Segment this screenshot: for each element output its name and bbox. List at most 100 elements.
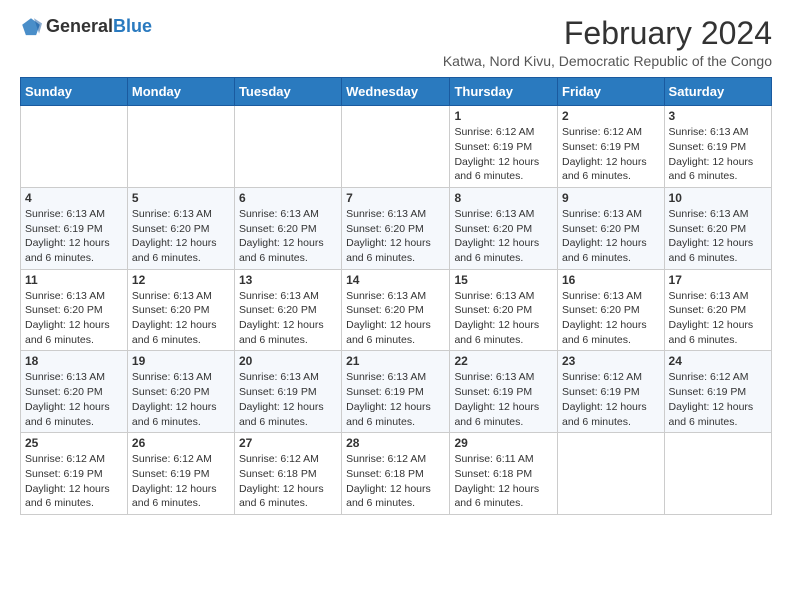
calendar-week-row: 25 Sunrise: 6:12 AMSunset: 6:19 PMDayligh… <box>21 433 772 515</box>
calendar-cell: 19 Sunrise: 6:13 AMSunset: 6:20 PMDayligh… <box>127 351 234 433</box>
day-info: Sunrise: 6:12 AMSunset: 6:18 PMDaylight:… <box>239 452 337 511</box>
day-info: Sunrise: 6:13 AMSunset: 6:20 PMDaylight:… <box>132 207 230 266</box>
day-number: 11 <box>25 273 123 287</box>
day-of-week-monday: Monday <box>127 78 234 106</box>
day-info: Sunrise: 6:13 AMSunset: 6:19 PMDaylight:… <box>239 370 337 429</box>
day-number: 3 <box>669 109 767 123</box>
day-info: Sunrise: 6:13 AMSunset: 6:20 PMDaylight:… <box>25 289 123 348</box>
day-info: Sunrise: 6:13 AMSunset: 6:20 PMDaylight:… <box>669 207 767 266</box>
calendar-cell: 20 Sunrise: 6:13 AMSunset: 6:19 PMDayligh… <box>234 351 341 433</box>
day-number: 7 <box>346 191 445 205</box>
day-info: Sunrise: 6:13 AMSunset: 6:19 PMDaylight:… <box>346 370 445 429</box>
day-number: 1 <box>454 109 553 123</box>
day-number: 26 <box>132 436 230 450</box>
day-number: 2 <box>562 109 660 123</box>
day-number: 10 <box>669 191 767 205</box>
calendar-cell <box>127 106 234 188</box>
day-of-week-thursday: Thursday <box>450 78 558 106</box>
calendar-week-row: 1 Sunrise: 6:12 AMSunset: 6:19 PMDaylight… <box>21 106 772 188</box>
logo: GeneralBlue <box>20 16 152 38</box>
calendar-cell <box>234 106 341 188</box>
day-number: 16 <box>562 273 660 287</box>
day-info: Sunrise: 6:12 AMSunset: 6:19 PMDaylight:… <box>562 125 660 184</box>
day-number: 13 <box>239 273 337 287</box>
day-number: 8 <box>454 191 553 205</box>
day-number: 6 <box>239 191 337 205</box>
calendar-cell: 24 Sunrise: 6:12 AMSunset: 6:19 PMDayligh… <box>664 351 771 433</box>
day-info: Sunrise: 6:13 AMSunset: 6:20 PMDaylight:… <box>239 289 337 348</box>
day-number: 18 <box>25 354 123 368</box>
day-info: Sunrise: 6:12 AMSunset: 6:19 PMDaylight:… <box>562 370 660 429</box>
calendar-week-row: 18 Sunrise: 6:13 AMSunset: 6:20 PMDayligh… <box>21 351 772 433</box>
calendar-cell: 8Sunrise: 6:13 AMSunset: 6:20 PMDaylight… <box>450 187 558 269</box>
day-info: Sunrise: 6:13 AMSunset: 6:20 PMDaylight:… <box>562 289 660 348</box>
day-info: Sunrise: 6:13 AMSunset: 6:19 PMDaylight:… <box>25 207 123 266</box>
day-info: Sunrise: 6:12 AMSunset: 6:19 PMDaylight:… <box>669 370 767 429</box>
day-number: 24 <box>669 354 767 368</box>
day-number: 20 <box>239 354 337 368</box>
logo-icon <box>20 16 42 38</box>
location-subtitle: Katwa, Nord Kivu, Democratic Republic of… <box>443 53 772 69</box>
day-info: Sunrise: 6:13 AMSunset: 6:20 PMDaylight:… <box>669 289 767 348</box>
calendar-cell: 21 Sunrise: 6:13 AMSunset: 6:19 PMDayligh… <box>342 351 450 433</box>
day-info: Sunrise: 6:12 AMSunset: 6:18 PMDaylight:… <box>346 452 445 511</box>
calendar-week-row: 11 Sunrise: 6:13 AMSunset: 6:20 PMDayligh… <box>21 269 772 351</box>
calendar-week-row: 4 Sunrise: 6:13 AMSunset: 6:19 PMDaylight… <box>21 187 772 269</box>
day-of-week-wednesday: Wednesday <box>342 78 450 106</box>
day-of-week-saturday: Saturday <box>664 78 771 106</box>
calendar-cell: 1 Sunrise: 6:12 AMSunset: 6:19 PMDaylight… <box>450 106 558 188</box>
day-number: 22 <box>454 354 553 368</box>
day-number: 9 <box>562 191 660 205</box>
calendar-cell: 7 Sunrise: 6:13 AMSunset: 6:20 PMDaylight… <box>342 187 450 269</box>
day-number: 23 <box>562 354 660 368</box>
calendar-header-row: SundayMondayTuesdayWednesdayThursdayFrid… <box>21 78 772 106</box>
day-number: 25 <box>25 436 123 450</box>
day-of-week-sunday: Sunday <box>21 78 128 106</box>
day-number: 4 <box>25 191 123 205</box>
month-year-title: February 2024 <box>443 16 772 51</box>
calendar-cell: 5Sunrise: 6:13 AMSunset: 6:20 PMDaylight… <box>127 187 234 269</box>
calendar-cell: 16 Sunrise: 6:13 AMSunset: 6:20 PMDayligh… <box>558 269 665 351</box>
day-info: Sunrise: 6:13 AMSunset: 6:20 PMDaylight:… <box>346 289 445 348</box>
logo-blue: Blue <box>113 16 152 36</box>
day-number: 17 <box>669 273 767 287</box>
calendar-cell: 22Sunrise: 6:13 AMSunset: 6:19 PMDayligh… <box>450 351 558 433</box>
calendar-cell: 12Sunrise: 6:13 AMSunset: 6:20 PMDayligh… <box>127 269 234 351</box>
day-info: Sunrise: 6:13 AMSunset: 6:20 PMDaylight:… <box>25 370 123 429</box>
day-info: Sunrise: 6:13 AMSunset: 6:20 PMDaylight:… <box>132 370 230 429</box>
calendar-cell: 29 Sunrise: 6:11 AMSunset: 6:18 PMDayligh… <box>450 433 558 515</box>
day-info: Sunrise: 6:13 AMSunset: 6:20 PMDaylight:… <box>346 207 445 266</box>
calendar-cell <box>664 433 771 515</box>
calendar-cell: 6Sunrise: 6:13 AMSunset: 6:20 PMDaylight… <box>234 187 341 269</box>
calendar-cell: 27Sunrise: 6:12 AMSunset: 6:18 PMDayligh… <box>234 433 341 515</box>
day-number: 29 <box>454 436 553 450</box>
day-number: 19 <box>132 354 230 368</box>
title-area: February 2024 Katwa, Nord Kivu, Democrat… <box>443 16 772 69</box>
day-info: Sunrise: 6:13 AMSunset: 6:19 PMDaylight:… <box>669 125 767 184</box>
calendar-cell <box>342 106 450 188</box>
day-number: 21 <box>346 354 445 368</box>
calendar-cell: 4 Sunrise: 6:13 AMSunset: 6:19 PMDaylight… <box>21 187 128 269</box>
day-info: Sunrise: 6:13 AMSunset: 6:20 PMDaylight:… <box>562 207 660 266</box>
calendar-cell: 18 Sunrise: 6:13 AMSunset: 6:20 PMDayligh… <box>21 351 128 433</box>
calendar-cell: 10 Sunrise: 6:13 AMSunset: 6:20 PMDayligh… <box>664 187 771 269</box>
logo-general: General <box>46 16 113 36</box>
calendar-cell: 26Sunrise: 6:12 AMSunset: 6:19 PMDayligh… <box>127 433 234 515</box>
day-info: Sunrise: 6:12 AMSunset: 6:19 PMDaylight:… <box>25 452 123 511</box>
calendar-cell: 25 Sunrise: 6:12 AMSunset: 6:19 PMDayligh… <box>21 433 128 515</box>
calendar-cell <box>21 106 128 188</box>
calendar-cell: 9 Sunrise: 6:13 AMSunset: 6:20 PMDaylight… <box>558 187 665 269</box>
day-info: Sunrise: 6:12 AMSunset: 6:19 PMDaylight:… <box>454 125 553 184</box>
calendar-cell: 3 Sunrise: 6:13 AMSunset: 6:19 PMDaylight… <box>664 106 771 188</box>
day-info: Sunrise: 6:11 AMSunset: 6:18 PMDaylight:… <box>454 452 553 511</box>
calendar-cell: 11 Sunrise: 6:13 AMSunset: 6:20 PMDayligh… <box>21 269 128 351</box>
day-number: 14 <box>346 273 445 287</box>
day-number: 15 <box>454 273 553 287</box>
day-info: Sunrise: 6:13 AMSunset: 6:20 PMDaylight:… <box>132 289 230 348</box>
calendar-table: SundayMondayTuesdayWednesdayThursdayFrid… <box>20 77 772 515</box>
header: GeneralBlue February 2024 Katwa, Nord Ki… <box>20 16 772 69</box>
day-of-week-tuesday: Tuesday <box>234 78 341 106</box>
calendar-cell: 17 Sunrise: 6:13 AMSunset: 6:20 PMDayligh… <box>664 269 771 351</box>
day-info: Sunrise: 6:13 AMSunset: 6:20 PMDaylight:… <box>454 289 553 348</box>
calendar-cell: 13 Sunrise: 6:13 AMSunset: 6:20 PMDayligh… <box>234 269 341 351</box>
